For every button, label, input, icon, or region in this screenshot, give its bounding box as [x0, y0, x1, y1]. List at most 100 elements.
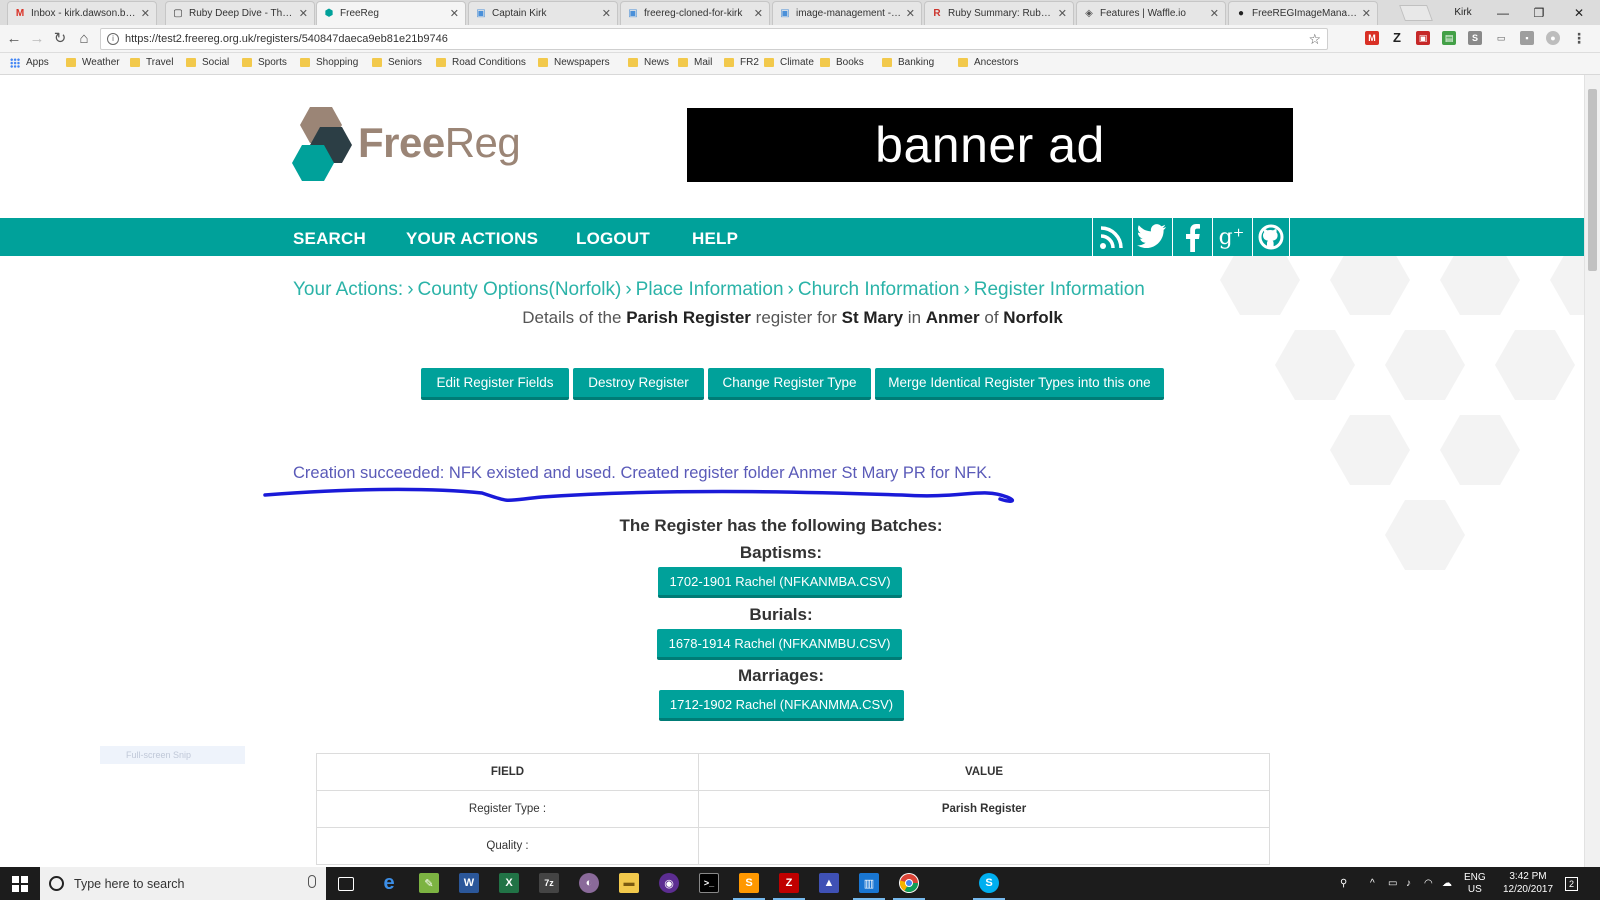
banner-ad[interactable]: banner ad: [687, 108, 1293, 182]
people-icon[interactable]: ⚲: [1340, 867, 1347, 900]
tab-close-icon[interactable]: ✕: [754, 7, 763, 20]
breadcrumb-link[interactable]: Register Information: [974, 279, 1145, 300]
change-register-type-button[interactable]: Change Register Type: [708, 368, 871, 400]
system-clock[interactable]: 3:42 PM 12/20/2017: [1502, 870, 1554, 896]
tab-close-icon[interactable]: ✕: [141, 7, 150, 20]
filezilla-icon[interactable]: Z: [773, 873, 805, 900]
skype-icon[interactable]: S: [973, 873, 1005, 900]
bookmark-star-icon[interactable]: ☆: [1308, 31, 1321, 48]
browser-tab[interactable]: ⬢ FreeReg ✕: [316, 1, 466, 25]
paint-icon[interactable]: ◐: [579, 873, 599, 893]
s-extension-icon[interactable]: S: [1468, 31, 1482, 45]
forward-icon[interactable]: →: [27, 29, 47, 49]
language-indicator[interactable]: ENG US: [1464, 867, 1486, 900]
twitter-icon[interactable]: [1132, 218, 1170, 256]
facebook-icon[interactable]: [1172, 218, 1210, 256]
site-logo-text[interactable]: FreeReg: [358, 119, 521, 167]
browser-tab[interactable]: ▣ Captain Kirk ✕: [468, 1, 618, 25]
bookmark-folder[interactable]: Shopping: [300, 57, 358, 68]
profile-button[interactable]: Kirk: [1446, 0, 1480, 25]
word-icon[interactable]: W: [459, 873, 479, 893]
full-screen-snip-overlay[interactable]: Full-screen Snip: [100, 746, 245, 764]
tab-close-icon[interactable]: ✕: [1210, 7, 1219, 20]
chrome-icon[interactable]: [893, 873, 925, 900]
bookmark-folder[interactable]: News: [628, 57, 669, 68]
close-window-icon[interactable]: ✕: [1562, 0, 1596, 25]
bookmark-folder[interactable]: Books: [820, 57, 864, 68]
zotero-extension-icon[interactable]: Z: [1390, 31, 1404, 45]
back-icon[interactable]: ←: [4, 29, 24, 49]
breadcrumb-link[interactable]: Place Information: [636, 279, 784, 300]
action-center-icon[interactable]: 2: [1565, 867, 1579, 900]
page-scrollbar[interactable]: [1584, 75, 1600, 867]
microphone-icon[interactable]: [308, 875, 316, 888]
destroy-register-button[interactable]: Destroy Register: [573, 368, 704, 400]
start-button[interactable]: [0, 867, 40, 900]
excel-icon[interactable]: X: [499, 873, 519, 893]
scrollbar-thumb[interactable]: [1588, 89, 1597, 271]
browser-tab[interactable]: ▣ freereg-cloned-for-kirk ✕: [620, 1, 770, 25]
menu-kebab-icon[interactable]: ⋮: [1572, 31, 1586, 45]
bookmark-apps[interactable]: Apps: [10, 57, 49, 68]
notepad-icon[interactable]: ✎: [419, 873, 439, 893]
network-app-icon[interactable]: ▲: [819, 873, 839, 893]
edit-register-fields-button[interactable]: Edit Register Fields: [421, 368, 569, 400]
site-info-icon[interactable]: i: [107, 33, 119, 45]
nav-search[interactable]: SEARCH: [293, 218, 366, 256]
bookmark-folder[interactable]: Seniors: [372, 57, 422, 68]
remote-desktop-icon[interactable]: ▥: [853, 873, 885, 900]
bookmark-folder[interactable]: Sports: [242, 57, 287, 68]
todo-extension-icon[interactable]: ▣: [1416, 31, 1430, 45]
merge-register-types-button[interactable]: Merge Identical Register Types into this…: [875, 368, 1164, 400]
batch-baptisms-button[interactable]: 1702-1901 Rachel (NFKANMBA.CSV): [658, 567, 902, 598]
browser-tab[interactable]: ◈ Features | Waffle.io ✕: [1076, 1, 1226, 25]
tab-close-icon[interactable]: ✕: [450, 7, 459, 20]
browser-tab[interactable]: ▢ Ruby Deep Dive - The I... ✕: [165, 1, 315, 25]
home-icon[interactable]: ⌂: [74, 29, 94, 49]
bookmark-folder[interactable]: Social: [186, 57, 229, 68]
taskbar-search[interactable]: Type here to search: [40, 867, 326, 900]
task-view-icon[interactable]: [338, 877, 354, 891]
wifi-icon[interactable]: ◠: [1424, 867, 1433, 900]
file-explorer-icon[interactable]: ▬: [619, 873, 639, 893]
bookmark-folder[interactable]: Mail: [678, 57, 712, 68]
bookmark-folder[interactable]: Banking: [882, 57, 934, 68]
extension-icon[interactable]: ▪: [1520, 31, 1534, 45]
nav-your-actions[interactable]: YOUR ACTIONS: [406, 218, 538, 256]
bookmark-folder[interactable]: Travel: [130, 57, 173, 68]
browser-tab[interactable]: ● FreeREGImageManage... ✕: [1228, 1, 1378, 25]
bookmark-folder[interactable]: FR2: [724, 57, 759, 68]
gmail-extension-icon[interactable]: M: [1365, 31, 1379, 45]
battery-icon[interactable]: ▭: [1388, 867, 1397, 900]
breadcrumb-link[interactable]: Your Actions:: [293, 279, 403, 300]
new-tab-button[interactable]: [1399, 5, 1433, 21]
reload-icon[interactable]: ↻: [50, 29, 70, 49]
adblock-icon[interactable]: ●: [1546, 31, 1560, 45]
google-plus-icon[interactable]: g⁺: [1212, 218, 1250, 256]
bookmark-folder[interactable]: Newspapers: [538, 57, 610, 68]
github-icon[interactable]: [1252, 218, 1290, 256]
browser-tab[interactable]: M Inbox - kirk.dawson.bc@... ✕: [7, 1, 157, 25]
cast-icon[interactable]: ▭: [1494, 31, 1508, 45]
rss-icon[interactable]: [1092, 218, 1130, 256]
edge-icon[interactable]: e: [379, 872, 399, 894]
restore-icon[interactable]: ❐: [1522, 0, 1556, 25]
bookmark-folder[interactable]: Climate: [764, 57, 814, 68]
batch-marriages-button[interactable]: 1712-1902 Rachel (NFKANMMA.CSV): [659, 690, 904, 721]
sublime-text-icon[interactable]: S: [733, 873, 765, 900]
tray-chevron-icon[interactable]: ^: [1370, 867, 1375, 900]
7zip-icon[interactable]: 7z: [539, 873, 559, 893]
tab-close-icon[interactable]: ✕: [906, 7, 915, 20]
terminal-icon[interactable]: >_: [699, 873, 719, 893]
browser-tab[interactable]: R Ruby Summary: Ruby S... ✕: [924, 1, 1074, 25]
breadcrumb-link[interactable]: County Options(Norfolk): [418, 279, 622, 300]
nav-help[interactable]: HELP: [692, 218, 738, 256]
tab-close-icon[interactable]: ✕: [602, 7, 611, 20]
nav-logout[interactable]: LOGOUT: [576, 218, 650, 256]
volume-icon[interactable]: ♪: [1406, 867, 1411, 900]
minimize-icon[interactable]: —: [1486, 0, 1520, 25]
address-bar[interactable]: i https://test2.freereg.org.uk/registers…: [100, 28, 1328, 50]
bookmark-folder[interactable]: Weather: [66, 57, 120, 68]
batch-burials-button[interactable]: 1678-1914 Rachel (NFKANMBU.CSV): [657, 629, 902, 660]
bookmark-folder[interactable]: Road Conditions: [436, 57, 526, 68]
